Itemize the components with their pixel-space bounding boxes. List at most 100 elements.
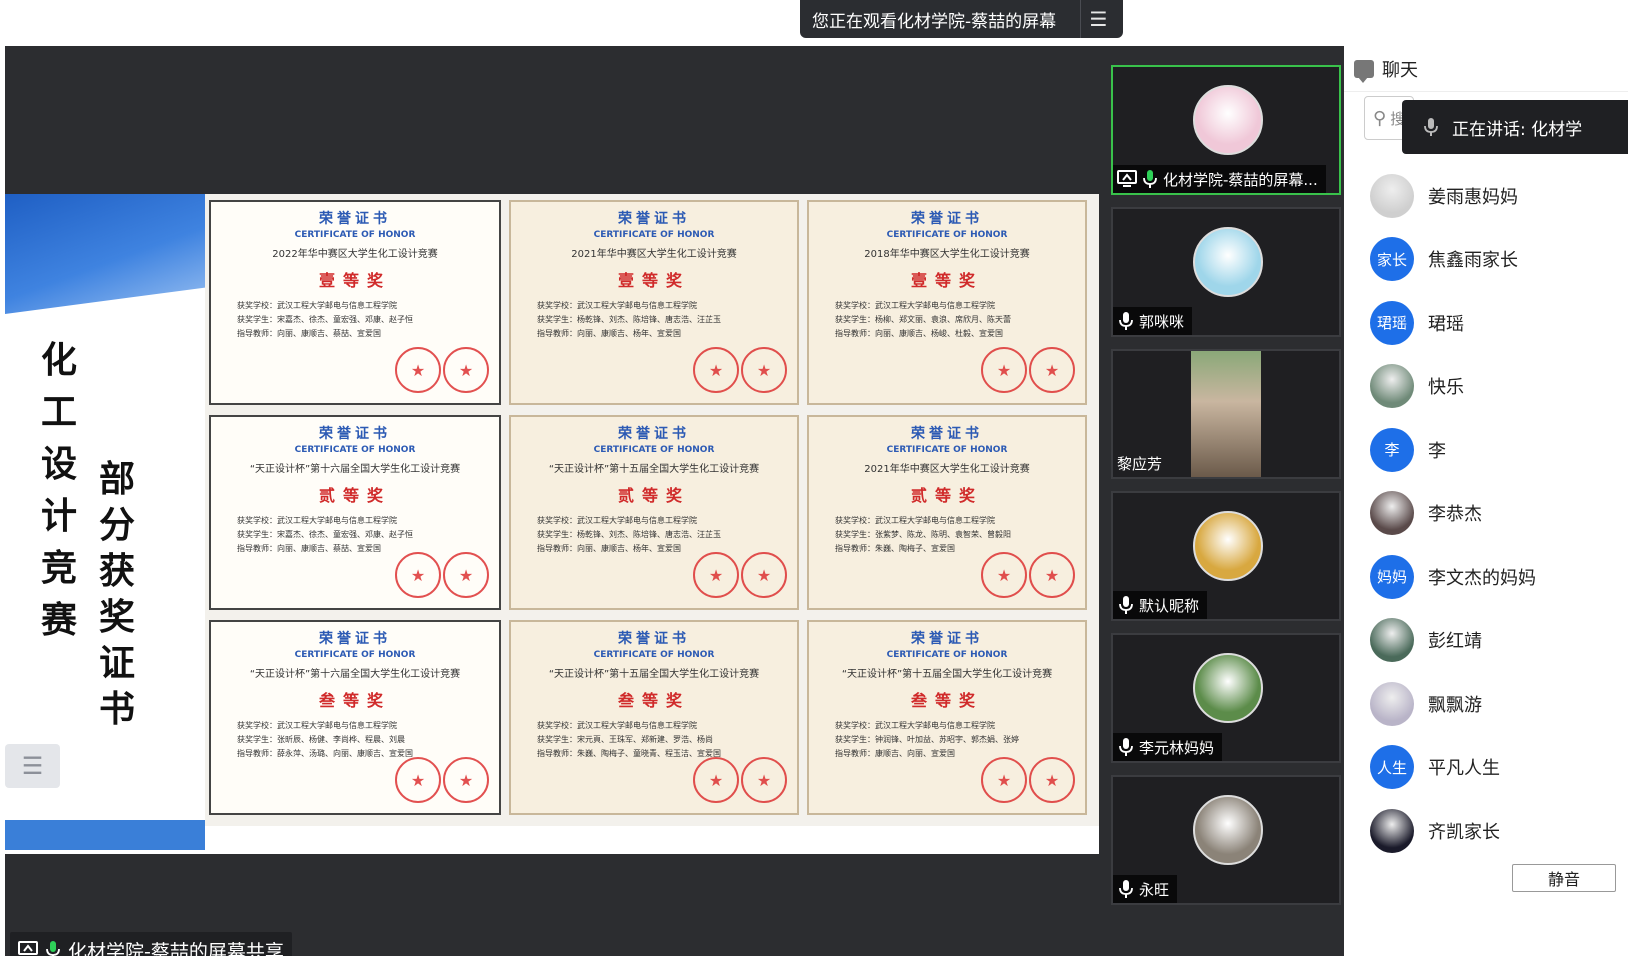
certificate-level: 壹等奖 <box>910 271 983 290</box>
camera-feed <box>1191 351 1261 477</box>
member-list-item[interactable]: 飘飘游 <box>1344 672 1628 736</box>
screen-share-label: 化材学院-蔡喆的屏幕共享 <box>10 932 292 956</box>
member-list-item[interactable]: 妈妈 李文杰的妈妈 <box>1344 545 1628 609</box>
certificate-card: 荣誉证书 CERTIFICATE OF HONOR 2021年华中赛区大学生化工设计… <box>509 200 799 405</box>
video-gallery: 化材学院-蔡喆的屏幕... 郭咪咪黎应芳默认昵称李元林妈妈永旺 <box>1099 46 1344 956</box>
member-list[interactable]: 姜雨惠妈妈 家长 焦鑫雨家长 珺瑶 珺瑶 快乐李李李恭杰 妈妈 李文杰的妈妈 彭红靖 飘飘游 人生平… <box>1344 164 1628 854</box>
certificate-students: 获奖学生：张紫梦、陈龙、陈明、袁智荣、曾毅阳 <box>835 530 1011 539</box>
member-avatar <box>1370 808 1414 853</box>
microphone-icon <box>1119 312 1133 330</box>
certificate-card: 荣誉证书 CERTIFICATE OF HONOR “天正设计杯”第十六届全国大学生… <box>209 415 501 610</box>
certificate-card: 荣誉证书 CERTIFICATE OF HONOR 2021年华中赛区大学生化工设计… <box>807 415 1087 610</box>
certificate-school: 获奖学校：武汉工程大学邮电与信息工程学院 <box>537 516 697 525</box>
certificate-students: 获奖学生：杨柳、郑文丽、袁浪、席欣月、陈天蕾 <box>835 315 1011 324</box>
search-icon: ⚲ <box>1373 107 1387 129</box>
video-tile[interactable]: 永旺 <box>1111 775 1341 905</box>
member-name: 李恭杰 <box>1428 504 1482 526</box>
certificate-level: 叁等奖 <box>318 691 391 710</box>
participant-name: 化材学院-蔡喆的屏幕... <box>1163 170 1318 189</box>
member-list-item[interactable]: 姜雨惠妈妈 <box>1344 164 1628 228</box>
video-tile[interactable]: 郭咪咪 <box>1111 207 1341 337</box>
certificate-contest: 2021年华中赛区大学生化工设计竞赛 <box>864 464 1030 475</box>
certificate-school: 获奖学校：武汉工程大学邮电与信息工程学院 <box>537 721 697 730</box>
certificate-teachers: 指导教师：康顺吉、向丽、宣爱国 <box>835 749 955 758</box>
member-avatar: 珺瑶 <box>1370 300 1414 345</box>
certificate-details: 获奖学校：武汉工程大学邮电与信息工程学院获奖学生：宋元頁、王珠军、郑新建、罗浩、… <box>521 719 787 761</box>
certificate-level: 壹等奖 <box>617 271 690 290</box>
certificate-teachers: 指导教师：朱巍、陶梅子、童晓青、程玉洁、宣爱国 <box>537 749 721 758</box>
certificate-school: 获奖学校：武汉工程大学邮电与信息工程学院 <box>835 516 995 525</box>
seal-stamp: ★ <box>741 552 787 598</box>
certificate-contest: “天正设计杯”第十五届全国大学生化工设计竞赛 <box>548 669 760 680</box>
member-list-item[interactable]: 齐凯家长 <box>1344 799 1628 854</box>
seal-stamp: ★ <box>395 347 441 393</box>
certificate-teachers: 指导教师：向丽、康顺吉、杨年、宣爱国 <box>537 329 681 338</box>
certificate-card: 荣誉证书 CERTIFICATE OF HONOR 2018年华中赛区大学生化工设计… <box>807 200 1087 405</box>
member-list-item[interactable]: 家长 焦鑫雨家长 <box>1344 228 1628 292</box>
certificate-title: 荣誉证书 <box>911 211 983 227</box>
certificate-students: 获奖学生：宋元頁、王珠军、郑新建、罗浩、杨尚 <box>537 735 713 744</box>
video-tile[interactable]: 李元林妈妈 <box>1111 633 1341 763</box>
certificate-teachers: 指导教师：向丽、康顺吉、蔡喆、宣爱国 <box>237 329 381 338</box>
member-name: 珺瑶 <box>1428 313 1464 335</box>
slide-decor-top <box>5 194 205 314</box>
participant-name-bar: 化材学院-蔡喆的屏幕... <box>1113 165 1326 193</box>
certificate-card: 荣誉证书 CERTIFICATE OF HONOR “天正设计杯”第十五届全国大学生… <box>509 415 799 610</box>
certificate-details: 获奖学校：武汉工程大学邮电与信息工程学院 获奖学生：宋嘉杰、徐杰、童宏强、邓康、赵… <box>221 299 489 341</box>
certificate-title-en: CERTIFICATE OF HONOR <box>294 445 416 455</box>
seal-stamp: ★ <box>443 552 489 598</box>
member-list-item[interactable]: 李恭杰 <box>1344 482 1628 546</box>
member-name: 李 <box>1428 440 1446 462</box>
certificate-students: 获奖学生：杨乾锋、刘杰、陈培锋、唐志浩、汪芷玉 <box>537 530 721 539</box>
certificate-students: 获奖学生：宋嘉杰、徐杰、童宏强、邓康、赵子恒 <box>237 530 413 539</box>
participant-name-bar: 永旺 <box>1113 875 1178 903</box>
seal-stamp: ★ <box>693 347 739 393</box>
participant-name: 郭咪咪 <box>1139 312 1185 331</box>
certificate-level: 叁等奖 <box>910 691 983 710</box>
video-tile[interactable]: 化材学院-蔡喆的屏幕... <box>1111 65 1341 195</box>
list-icon[interactable]: ☰ <box>1080 0 1116 38</box>
video-tile[interactable]: 黎应芳 <box>1111 349 1341 479</box>
member-list-item[interactable]: 珺瑶 珺瑶 <box>1344 291 1628 355</box>
chat-title: 聊天 <box>1382 59 1418 81</box>
video-tile[interactable]: 默认昵称 <box>1111 491 1341 621</box>
seal-stamp: ★ <box>981 347 1027 393</box>
microphone-icon <box>1119 880 1133 898</box>
screen-share-icon <box>18 941 38 955</box>
certificate-title: 荣誉证书 <box>618 631 690 647</box>
member-list-item[interactable]: 快乐 <box>1344 355 1628 419</box>
member-name: 李文杰的妈妈 <box>1428 567 1536 589</box>
certificate-title: 荣誉证书 <box>911 631 983 647</box>
participant-name: 永旺 <box>1139 880 1170 899</box>
certificate-students: 获奖学生：张昕辰、杨健、李尚桦、程晨、刘晨 <box>237 735 405 744</box>
participant-avatar <box>1193 227 1263 297</box>
member-avatar: 李 <box>1370 427 1414 472</box>
member-name: 姜雨惠妈妈 <box>1428 186 1518 208</box>
chat-header: 聊天 <box>1344 46 1628 92</box>
participant-name: 黎应芳 <box>1117 454 1163 473</box>
certificate-title: 荣誉证书 <box>618 426 690 442</box>
member-name: 焦鑫雨家长 <box>1428 250 1518 272</box>
slide-menu-button[interactable]: ☰ <box>5 744 60 788</box>
viewing-banner-text: 您正在观看化材学院-蔡喆的屏幕 <box>812 11 1057 32</box>
seal-stamp: ★ <box>1029 347 1075 393</box>
shared-slide: 化工设计竞赛 部分获奖证书 ☰ 荣誉证书 CERTIFICATE OF HONOR… <box>5 194 1099 854</box>
certificate-title-en: CERTIFICATE OF HONOR <box>593 650 715 660</box>
member-name: 飘飘游 <box>1428 694 1482 716</box>
participant-avatar <box>1193 511 1263 581</box>
certificate-school: 获奖学校：武汉工程大学邮电与信息工程学院 <box>835 301 995 310</box>
certificate-school: 获奖学校：武汉工程大学邮电与信息工程学院 <box>237 721 397 730</box>
certificate-title: 荣誉证书 <box>319 631 391 647</box>
certificate-title-en: CERTIFICATE OF HONOR <box>294 230 416 240</box>
screen-share-label-text: 化材学院-蔡喆的屏幕共享 <box>68 940 284 956</box>
seal-stamp: ★ <box>1029 552 1075 598</box>
participant-name-bar: 默认昵称 <box>1113 591 1208 619</box>
seal-stamp: ★ <box>443 757 489 803</box>
certificate-contest: “天正设计杯”第十五届全国大学生化工设计竞赛 <box>548 464 760 475</box>
certificate-level: 贰等奖 <box>617 486 690 505</box>
certificate-teachers: 指导教师：朱巍、陶梅子、宣爱国 <box>835 544 955 553</box>
mute-button[interactable]: 静音 <box>1512 864 1616 892</box>
member-list-item[interactable]: 彭红靖 <box>1344 609 1628 673</box>
member-list-item[interactable]: 人生 平凡人生 <box>1344 736 1628 800</box>
member-list-item[interactable]: 李李 <box>1344 418 1628 482</box>
